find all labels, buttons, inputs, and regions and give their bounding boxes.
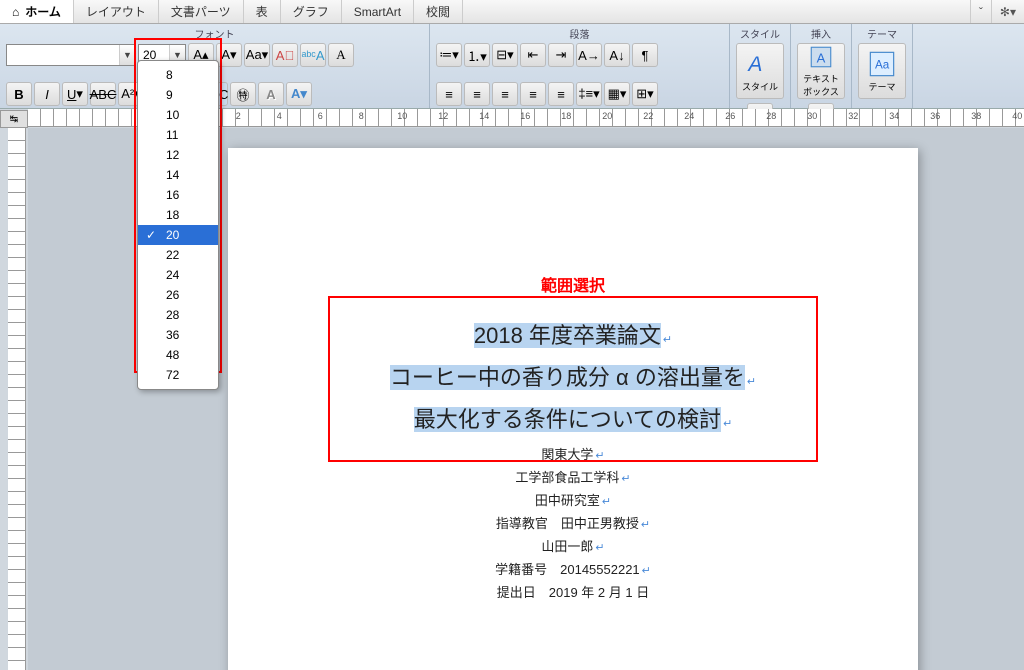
char-border-button[interactable]: A	[328, 43, 354, 67]
tab-review[interactable]: 校閲	[414, 0, 463, 23]
doc-line[interactable]: 学籍番号 20145552221↵	[308, 559, 838, 578]
ruler-corner[interactable]: ↹	[0, 110, 28, 128]
ruler-vertical[interactable]	[8, 128, 26, 670]
align-right-button[interactable]: ≡	[492, 82, 518, 106]
ruler-ticks: 2468101214161820222426283032343638404244	[228, 111, 1024, 121]
align-center-button[interactable]: ≡	[464, 82, 490, 106]
theme-button[interactable]: Aa テーマ	[858, 43, 906, 99]
group-insert-label: 挿入	[797, 26, 845, 41]
ribbon-tabs: ⌂ ホーム レイアウト 文書パーツ 表 グラフ SmartArt 校閲 ˇ ✻▾	[0, 0, 1024, 24]
text-effect-button[interactable]: A	[258, 82, 284, 106]
font-size-option[interactable]: 18	[138, 205, 218, 225]
tab-parts[interactable]: 文書パーツ	[159, 0, 244, 23]
doc-line[interactable]: 提出日 2019 年 2 月 1 日	[308, 582, 838, 601]
font-size-option[interactable]: 11	[138, 125, 218, 145]
textbox-icon: A	[807, 44, 835, 70]
font-size-option[interactable]: 14	[138, 165, 218, 185]
gear-icon: ✻	[1000, 5, 1010, 19]
page: 範囲選択 2018 年度卒業論文↵ コーヒー中の香り成分 α の溶出量を↵ 最大…	[228, 148, 918, 670]
return-mark-icon: ↵	[642, 565, 651, 577]
clear-format-button[interactable]: A⃠	[272, 43, 298, 67]
sort-button[interactable]: A↓	[604, 43, 630, 67]
group-paragraph: 段落 ≔▾ ⒈▾ ⊟▾ ⇤ ⇥ A→ A↓ ¶ ≡ ≡ ≡ ≡ ≡ ‡≡▾ ▦▾…	[430, 24, 730, 108]
shrink-font-button[interactable]: A▾	[216, 43, 242, 67]
collapse-ribbon[interactable]: ˇ	[970, 0, 991, 23]
tab-layout[interactable]: レイアウト	[74, 0, 159, 23]
group-styles-label: スタイル	[736, 26, 784, 41]
distribute-button[interactable]: ≡	[548, 82, 574, 106]
indent-inc-button[interactable]: ⇥	[548, 43, 574, 67]
font-size-option[interactable]: 16	[138, 185, 218, 205]
tab-home-label: ホーム	[25, 3, 61, 20]
svg-text:A: A	[817, 50, 826, 65]
ltr-button[interactable]: A→	[576, 43, 602, 67]
doc-line[interactable]: 田中研究室↵	[308, 490, 838, 509]
group-styles: スタイル A スタイル 🄰▾ 🌐	[730, 24, 791, 108]
group-font-label: フォント	[6, 26, 423, 41]
indent-dec-button[interactable]: ⇤	[520, 43, 546, 67]
tab-graph[interactable]: グラフ	[281, 0, 342, 23]
enclose-char-button[interactable]: ㊕	[230, 82, 256, 106]
italic-button[interactable]: I	[34, 82, 60, 106]
justify-button[interactable]: ≡	[520, 82, 546, 106]
chevron-down-icon[interactable]: ▼	[119, 45, 135, 65]
show-marks-button[interactable]: ¶	[632, 43, 658, 67]
textbox-label: テキスト ボックス	[803, 72, 839, 98]
font-size-option[interactable]: 36	[138, 325, 218, 345]
theme-label: テーマ	[868, 80, 895, 93]
settings-gear[interactable]: ✻▾	[991, 0, 1024, 23]
font-size-option[interactable]: 28	[138, 305, 218, 325]
borders-button[interactable]: ⊞▾	[632, 82, 658, 106]
theme-icon: Aa	[868, 50, 896, 78]
phonetic-button[interactable]: ᵃᵇᶜA	[300, 43, 326, 67]
tab-table[interactable]: 表	[244, 0, 281, 23]
bullets-button[interactable]: ≔▾	[436, 43, 462, 67]
group-theme-label: テーマ	[858, 26, 906, 41]
textbox-button[interactable]: A テキスト ボックス	[797, 43, 845, 99]
return-mark-icon: ↵	[595, 542, 604, 554]
selection-annotation: 範囲選択	[541, 272, 605, 296]
line-spacing-button[interactable]: ‡≡▾	[576, 82, 602, 106]
group-paragraph-label: 段落	[436, 26, 723, 41]
font-size-option[interactable]: 48	[138, 345, 218, 365]
text-effect2-button[interactable]: A▾	[286, 82, 312, 106]
return-mark-icon: ↵	[641, 519, 650, 531]
group-theme: テーマ Aa テーマ	[852, 24, 913, 108]
selection-box-annotation	[328, 296, 818, 462]
styles-button[interactable]: A スタイル	[736, 43, 784, 99]
svg-text:Aa: Aa	[875, 58, 890, 71]
styles-label: スタイル	[742, 80, 778, 93]
align-left-button[interactable]: ≡	[436, 82, 462, 106]
doc-line[interactable]: 工学部食品工学科↵	[308, 467, 838, 486]
doc-line[interactable]: 指導教官 田中正男教授↵	[308, 513, 838, 532]
font-size-option[interactable]: 10	[138, 105, 218, 125]
multilevel-button[interactable]: ⊟▾	[492, 43, 518, 67]
underline-button[interactable]: U▾	[62, 82, 88, 106]
font-size-option[interactable]: 9	[138, 85, 218, 105]
shading-button[interactable]: ▦▾	[604, 82, 630, 106]
font-size-option[interactable]: 72	[138, 365, 218, 385]
return-mark-icon: ↵	[602, 496, 611, 508]
strike-button[interactable]: ABC	[90, 82, 116, 106]
doc-line[interactable]: 山田一郎↵	[308, 536, 838, 555]
numbering-button[interactable]: ⒈▾	[464, 43, 490, 67]
font-name-input[interactable]	[7, 48, 119, 62]
font-name-combo[interactable]: ▼	[6, 44, 136, 66]
font-size-option[interactable]: 22	[138, 245, 218, 265]
font-size-option[interactable]: 20	[138, 225, 218, 245]
font-size-option[interactable]: 24	[138, 265, 218, 285]
font-size-option[interactable]: 26	[138, 285, 218, 305]
group-insert: 挿入 A テキスト ボックス ◧▾ 🖼▾	[791, 24, 852, 108]
styles-icon: A	[746, 50, 774, 78]
home-icon: ⌂	[12, 5, 19, 19]
bold-button[interactable]: B	[6, 82, 32, 106]
return-mark-icon: ↵	[621, 473, 630, 485]
font-size-option[interactable]: 8	[138, 65, 218, 85]
tab-smartart[interactable]: SmartArt	[342, 0, 414, 23]
font-size-option[interactable]: 12	[138, 145, 218, 165]
change-case-button[interactable]: Aa▾	[244, 43, 270, 67]
font-size-dropdown: 891011121416182022242628364872	[137, 60, 219, 390]
tab-home[interactable]: ⌂ ホーム	[0, 0, 74, 23]
svg-text:A: A	[746, 53, 762, 76]
